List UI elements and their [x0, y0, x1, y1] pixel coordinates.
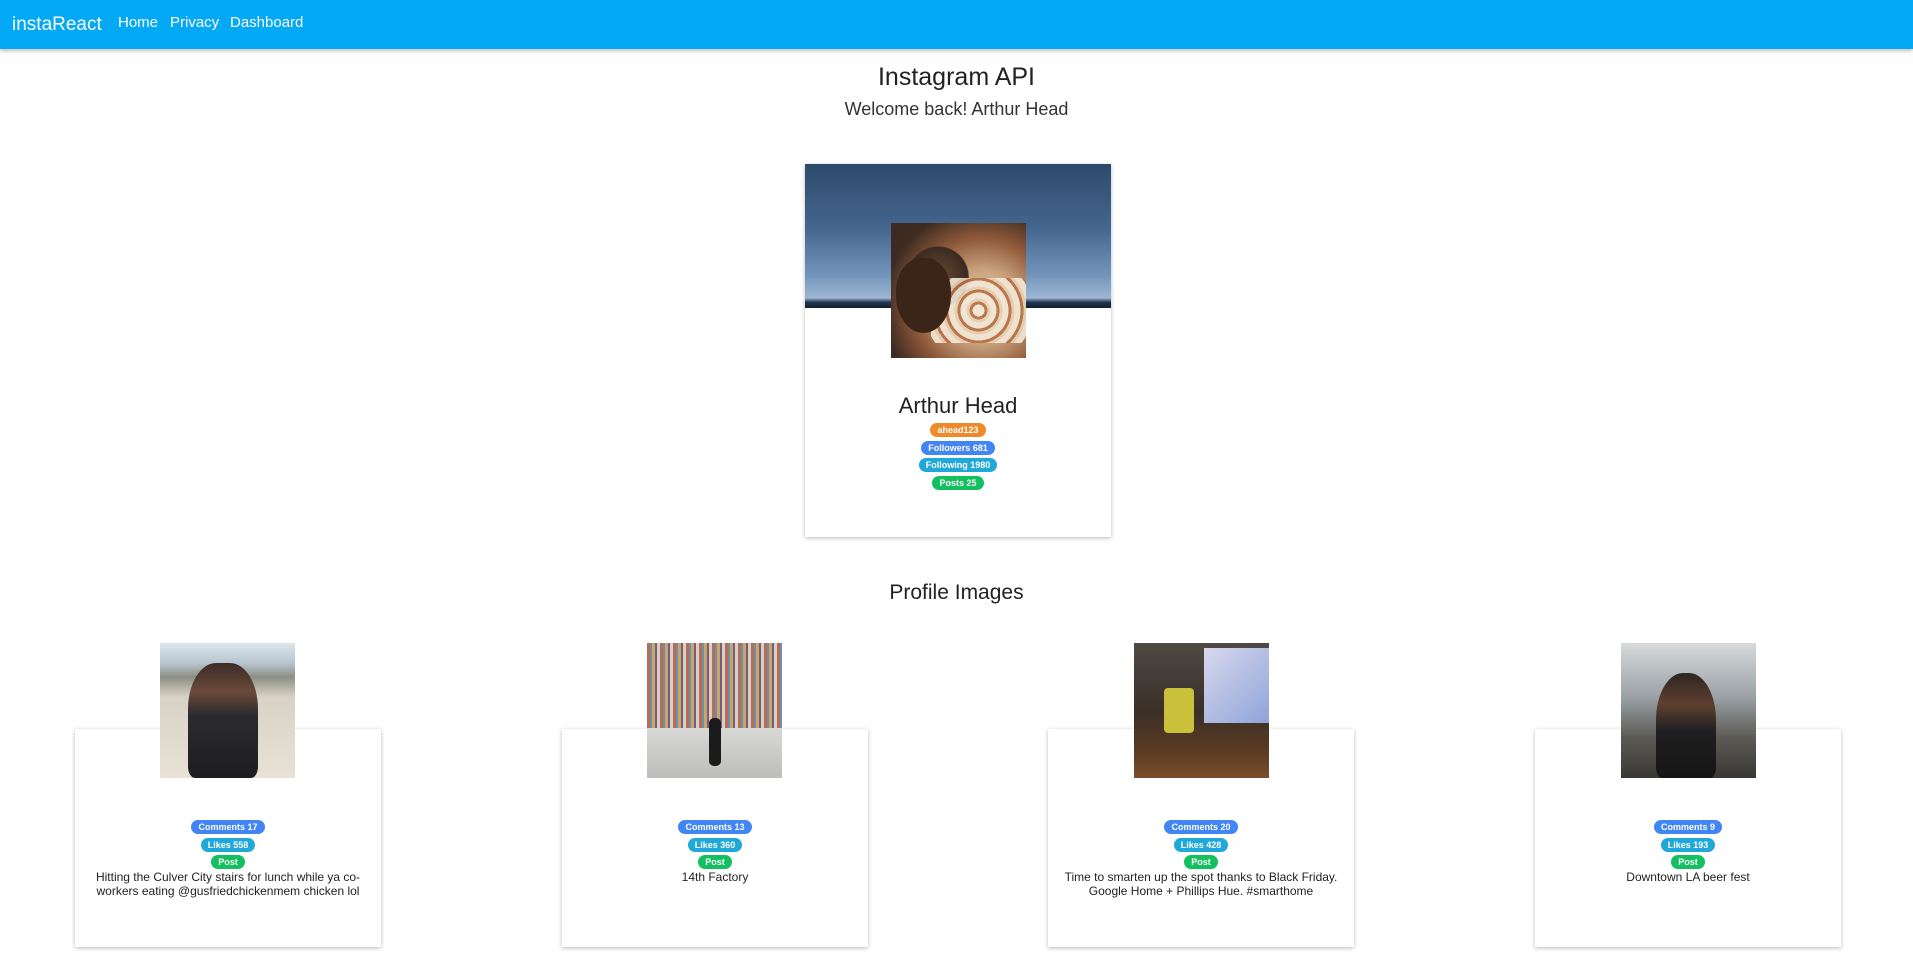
- likes-badge: Likes 558: [200, 837, 256, 852]
- page-title: Instagram API: [877, 63, 1036, 91]
- navbar: instaReact Home Privacy Dashboard: [0, 0, 1913, 49]
- nav-home-link[interactable]: Home: [118, 14, 158, 31]
- likes-badge: Likes 193: [1660, 837, 1716, 852]
- post-badges: Comments 20 Likes 428 Post: [1048, 817, 1354, 870]
- post-image-person: [188, 663, 258, 778]
- welcome-message: Welcome back! Arthur Head: [844, 99, 1069, 119]
- post-caption: 14th Factory: [681, 870, 749, 884]
- comments-badge: Comments 20: [1164, 820, 1238, 834]
- post-caption: Time to smarten up the spot thanks to Bl…: [1064, 870, 1338, 898]
- profile-card: Arthur Head ahead123 Followers 681 Follo…: [805, 164, 1111, 537]
- nav-privacy-link[interactable]: Privacy: [170, 14, 219, 31]
- avatar-person: [896, 258, 951, 333]
- post-image[interactable]: [647, 643, 782, 778]
- profile-avatar: [891, 223, 1026, 358]
- section-title: Profile Images: [889, 581, 1024, 604]
- post-caption: Downtown LA beer fest: [1626, 870, 1750, 884]
- likes-badge: Likes 360: [687, 837, 743, 852]
- comments-badge: Comments 13: [678, 820, 752, 834]
- nav-dashboard-link[interactable]: Dashboard: [230, 14, 303, 31]
- post-image-person: [1656, 673, 1716, 778]
- post-image[interactable]: [1621, 643, 1756, 778]
- brand-link[interactable]: instaReact: [12, 14, 102, 36]
- post-type-badge: Post: [1184, 855, 1218, 869]
- post-image-chair: [1164, 688, 1194, 733]
- following-badge: Following 1980: [918, 458, 998, 472]
- username-badge: ahead123: [930, 423, 986, 437]
- post-type-badge: Post: [698, 855, 732, 869]
- post-image-person: [709, 718, 721, 766]
- post-image[interactable]: [160, 643, 295, 778]
- profile-name: Arthur Head: [898, 393, 1018, 418]
- posts-badge: Posts 25: [932, 475, 984, 490]
- comments-badge: Comments 9: [1653, 820, 1722, 834]
- post-caption: Hitting the Culver City stairs for lunch…: [95, 870, 361, 898]
- comments-badge: Comments 17: [191, 820, 265, 834]
- post-badges: Comments 13 Likes 360 Post: [562, 817, 868, 870]
- post-type-badge: Post: [211, 855, 245, 869]
- post-image-tv: [1204, 648, 1269, 723]
- likes-badge: Likes 428: [1173, 837, 1229, 852]
- profile-badges: ahead123 Followers 681 Following 1980 Po…: [805, 420, 1111, 490]
- post-badges: Comments 9 Likes 193 Post: [1535, 817, 1841, 870]
- post-badges: Comments 17 Likes 558 Post: [75, 817, 381, 870]
- post-image[interactable]: [1134, 643, 1269, 778]
- post-type-badge: Post: [1671, 855, 1705, 869]
- followers-badge: Followers 681: [921, 440, 995, 455]
